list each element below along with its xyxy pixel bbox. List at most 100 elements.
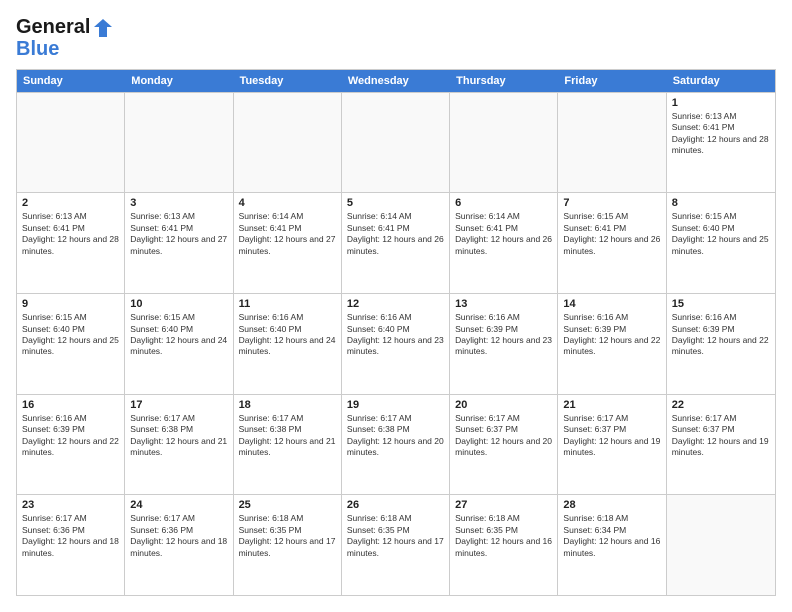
cal-cell: 23 Sunrise: 6:17 AM Sunset: 6:36 PM Dayli…	[17, 495, 125, 595]
logo-blue: Blue	[16, 39, 114, 59]
cal-cell: 26 Sunrise: 6:18 AM Sunset: 6:35 PM Dayli…	[342, 495, 450, 595]
cal-cell: 19 Sunrise: 6:17 AM Sunset: 6:38 PM Dayli…	[342, 395, 450, 495]
day-number: 14	[563, 298, 660, 310]
cal-cell: 3 Sunrise: 6:13 AM Sunset: 6:41 PM Daylig…	[125, 193, 233, 293]
day-number: 15	[672, 298, 770, 310]
day-info: Sunrise: 6:14 AM Sunset: 6:41 PM Dayligh…	[239, 211, 336, 257]
day-number: 28	[563, 499, 660, 511]
day-info: Sunrise: 6:13 AM Sunset: 6:41 PM Dayligh…	[22, 211, 119, 257]
page: General Blue SundayMondayTuesdayWednesda…	[0, 0, 792, 612]
day-number: 16	[22, 399, 119, 411]
day-info: Sunrise: 6:17 AM Sunset: 6:36 PM Dayligh…	[22, 513, 119, 559]
day-number: 2	[22, 197, 119, 209]
day-info: Sunrise: 6:17 AM Sunset: 6:36 PM Dayligh…	[130, 513, 227, 559]
cal-cell: 13 Sunrise: 6:16 AM Sunset: 6:39 PM Dayli…	[450, 294, 558, 394]
day-info: Sunrise: 6:16 AM Sunset: 6:40 PM Dayligh…	[347, 312, 444, 358]
logo: General Blue	[16, 16, 114, 59]
weekday-header-thursday: Thursday	[450, 70, 558, 92]
weekday-header-sunday: Sunday	[17, 70, 125, 92]
cal-cell: 15 Sunrise: 6:16 AM Sunset: 6:39 PM Dayli…	[667, 294, 775, 394]
cal-cell	[234, 93, 342, 193]
week-row-1: 1 Sunrise: 6:13 AM Sunset: 6:41 PM Daylig…	[17, 92, 775, 193]
day-info: Sunrise: 6:18 AM Sunset: 6:35 PM Dayligh…	[347, 513, 444, 559]
weekday-header-saturday: Saturday	[667, 70, 775, 92]
week-row-4: 16 Sunrise: 6:16 AM Sunset: 6:39 PM Dayli…	[17, 394, 775, 495]
day-info: Sunrise: 6:16 AM Sunset: 6:39 PM Dayligh…	[22, 413, 119, 459]
day-info: Sunrise: 6:16 AM Sunset: 6:39 PM Dayligh…	[563, 312, 660, 358]
day-info: Sunrise: 6:16 AM Sunset: 6:40 PM Dayligh…	[239, 312, 336, 358]
day-info: Sunrise: 6:17 AM Sunset: 6:37 PM Dayligh…	[455, 413, 552, 459]
logo-general: General	[16, 16, 114, 39]
cal-cell: 25 Sunrise: 6:18 AM Sunset: 6:35 PM Dayli…	[234, 495, 342, 595]
cal-cell	[17, 93, 125, 193]
cal-cell: 4Sunrise: 6:14 AM Sunset: 6:41 PM Daylig…	[234, 193, 342, 293]
cal-cell: 17Sunrise: 6:17 AM Sunset: 6:38 PM Dayli…	[125, 395, 233, 495]
cal-cell	[342, 93, 450, 193]
day-number: 11	[239, 298, 336, 310]
day-info: Sunrise: 6:16 AM Sunset: 6:39 PM Dayligh…	[455, 312, 552, 358]
day-number: 19	[347, 399, 444, 411]
week-row-5: 23 Sunrise: 6:17 AM Sunset: 6:36 PM Dayli…	[17, 494, 775, 595]
day-number: 1	[672, 97, 770, 109]
day-number: 12	[347, 298, 444, 310]
cal-cell: 18Sunrise: 6:17 AM Sunset: 6:38 PM Dayli…	[234, 395, 342, 495]
cal-cell: 27 Sunrise: 6:18 AM Sunset: 6:35 PM Dayli…	[450, 495, 558, 595]
weekday-header-wednesday: Wednesday	[342, 70, 450, 92]
day-number: 17	[130, 399, 227, 411]
day-info: Sunrise: 6:18 AM Sunset: 6:35 PM Dayligh…	[239, 513, 336, 559]
day-info: Sunrise: 6:17 AM Sunset: 6:38 PM Dayligh…	[347, 413, 444, 459]
day-info: Sunrise: 6:14 AM Sunset: 6:41 PM Dayligh…	[347, 211, 444, 257]
day-info: Sunrise: 6:15 AM Sunset: 6:40 PM Dayligh…	[672, 211, 770, 257]
cal-cell	[450, 93, 558, 193]
weekday-header-friday: Friday	[558, 70, 666, 92]
cal-cell: 16 Sunrise: 6:16 AM Sunset: 6:39 PM Dayli…	[17, 395, 125, 495]
day-number: 13	[455, 298, 552, 310]
cal-cell: 8 Sunrise: 6:15 AM Sunset: 6:40 PM Daylig…	[667, 193, 775, 293]
cal-cell: 5Sunrise: 6:14 AM Sunset: 6:41 PM Daylig…	[342, 193, 450, 293]
weekday-header-tuesday: Tuesday	[234, 70, 342, 92]
cal-cell: 24 Sunrise: 6:17 AM Sunset: 6:36 PM Dayli…	[125, 495, 233, 595]
cal-cell: 7Sunrise: 6:15 AM Sunset: 6:41 PM Daylig…	[558, 193, 666, 293]
day-number: 25	[239, 499, 336, 511]
day-number: 23	[22, 499, 119, 511]
day-number: 24	[130, 499, 227, 511]
cal-cell: 11 Sunrise: 6:16 AM Sunset: 6:40 PM Dayli…	[234, 294, 342, 394]
day-number: 8	[672, 197, 770, 209]
day-info: Sunrise: 6:14 AM Sunset: 6:41 PM Dayligh…	[455, 211, 552, 257]
cal-cell: 9 Sunrise: 6:15 AM Sunset: 6:40 PM Daylig…	[17, 294, 125, 394]
cal-cell: 21Sunrise: 6:17 AM Sunset: 6:37 PM Dayli…	[558, 395, 666, 495]
day-number: 20	[455, 399, 552, 411]
day-info: Sunrise: 6:15 AM Sunset: 6:41 PM Dayligh…	[563, 211, 660, 257]
day-number: 22	[672, 399, 770, 411]
cal-cell: 10 Sunrise: 6:15 AM Sunset: 6:40 PM Dayli…	[125, 294, 233, 394]
day-info: Sunrise: 6:17 AM Sunset: 6:37 PM Dayligh…	[563, 413, 660, 459]
calendar: SundayMondayTuesdayWednesdayThursdayFrid…	[16, 69, 776, 596]
day-info: Sunrise: 6:17 AM Sunset: 6:37 PM Dayligh…	[672, 413, 770, 459]
day-info: Sunrise: 6:18 AM Sunset: 6:34 PM Dayligh…	[563, 513, 660, 559]
cal-cell: 22 Sunrise: 6:17 AM Sunset: 6:37 PM Dayli…	[667, 395, 775, 495]
weekday-header-monday: Monday	[125, 70, 233, 92]
day-info: Sunrise: 6:16 AM Sunset: 6:39 PM Dayligh…	[672, 312, 770, 358]
week-row-3: 9 Sunrise: 6:15 AM Sunset: 6:40 PM Daylig…	[17, 293, 775, 394]
day-info: Sunrise: 6:18 AM Sunset: 6:35 PM Dayligh…	[455, 513, 552, 559]
cal-cell: 2 Sunrise: 6:13 AM Sunset: 6:41 PM Daylig…	[17, 193, 125, 293]
day-number: 10	[130, 298, 227, 310]
cal-cell	[667, 495, 775, 595]
cal-cell: 6Sunrise: 6:14 AM Sunset: 6:41 PM Daylig…	[450, 193, 558, 293]
cal-cell	[125, 93, 233, 193]
day-info: Sunrise: 6:15 AM Sunset: 6:40 PM Dayligh…	[130, 312, 227, 358]
week-row-2: 2 Sunrise: 6:13 AM Sunset: 6:41 PM Daylig…	[17, 192, 775, 293]
day-number: 9	[22, 298, 119, 310]
day-number: 27	[455, 499, 552, 511]
cal-cell: 20 Sunrise: 6:17 AM Sunset: 6:37 PM Dayli…	[450, 395, 558, 495]
cal-cell: 1 Sunrise: 6:13 AM Sunset: 6:41 PM Daylig…	[667, 93, 775, 193]
day-number: 26	[347, 499, 444, 511]
day-info: Sunrise: 6:15 AM Sunset: 6:40 PM Dayligh…	[22, 312, 119, 358]
day-info: Sunrise: 6:13 AM Sunset: 6:41 PM Dayligh…	[672, 111, 770, 157]
logo-bird-icon	[92, 17, 114, 39]
cal-cell: 28 Sunrise: 6:18 AM Sunset: 6:34 PM Dayli…	[558, 495, 666, 595]
cal-cell: 12 Sunrise: 6:16 AM Sunset: 6:40 PM Dayli…	[342, 294, 450, 394]
day-info: Sunrise: 6:13 AM Sunset: 6:41 PM Dayligh…	[130, 211, 227, 257]
cal-cell: 14 Sunrise: 6:16 AM Sunset: 6:39 PM Dayli…	[558, 294, 666, 394]
day-number: 3	[130, 197, 227, 209]
